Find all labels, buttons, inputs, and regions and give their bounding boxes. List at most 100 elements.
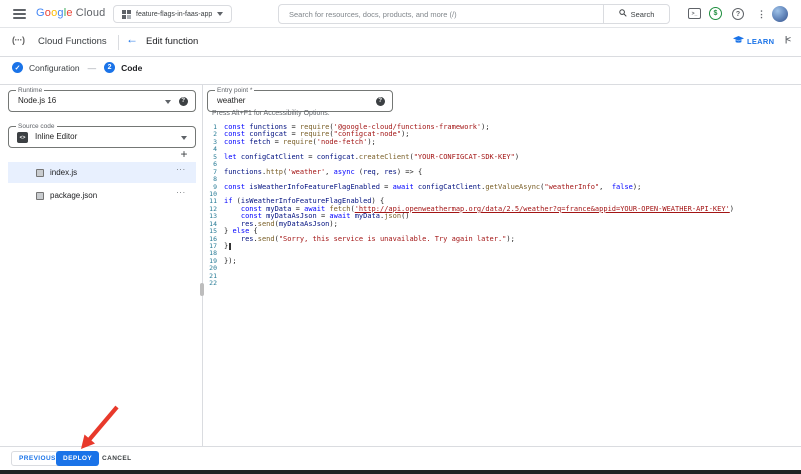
code-token: const <box>224 139 245 146</box>
source-code-value: Inline Editor <box>35 127 165 147</box>
source-code-select[interactable]: Source code <> Inline Editor <box>8 126 196 148</box>
code-token: "weatherInfo" <box>544 184 599 191</box>
logo-letter: G <box>36 7 45 19</box>
entry-point-help-icon[interactable]: ? <box>376 97 386 107</box>
google-cloud-logo[interactable]: Google Cloud <box>36 7 105 19</box>
code-token: false <box>612 184 633 191</box>
menu-icon[interactable] <box>13 9 26 19</box>
cancel-button[interactable]: CANCEL <box>95 451 138 466</box>
collapse-panel-icon[interactable]: |< <box>785 35 790 44</box>
logo-cloud-text: Cloud <box>76 7 106 19</box>
footer-action-bar: PREVIOUS DEPLOY CANCEL <box>0 446 801 470</box>
code-line[interactable]: 22 <box>204 280 794 287</box>
code-line[interactable]: 21 <box>204 273 794 280</box>
code-editor-icon: <> <box>17 132 28 143</box>
search-button[interactable]: Search <box>603 5 669 23</box>
code-token: ); <box>481 124 489 131</box>
project-name: feature-flags-in-faas-app <box>136 11 212 18</box>
code-line[interactable]: 14 res.send(myDataAsJson); <box>204 221 794 228</box>
code-token: } <box>224 243 228 250</box>
avatar[interactable] <box>772 6 788 22</box>
code-token: isWeatherInfoFeatureFlagEnabled <box>249 184 380 191</box>
code-line[interactable]: 16 res.send("Sorry, this service is unav… <box>204 236 794 243</box>
code-line[interactable]: 9const isWeatherInfoFeatureFlagEnabled =… <box>204 184 794 191</box>
more-options-icon[interactable]: ⋮ <box>757 7 766 21</box>
top-app-bar: Google Cloud feature-flags-in-faas-app S… <box>0 0 801 28</box>
runtime-select[interactable]: Runtime Node.js 16 ? <box>8 90 196 112</box>
code-token: const <box>224 184 245 191</box>
code-token: = <box>270 139 283 146</box>
code-token: , <box>599 184 612 191</box>
step-code-number[interactable]: 2 <box>104 62 115 73</box>
divider <box>118 35 119 50</box>
chevron-down-icon <box>181 136 187 140</box>
code-token: myData <box>355 213 380 220</box>
service-name: Cloud Functions <box>38 36 107 47</box>
file-row-index.js[interactable]: index.js... <box>8 162 196 183</box>
code-token: res <box>241 236 254 243</box>
code-line[interactable]: 5let configCatClient = configcat.createC… <box>204 154 794 161</box>
code-token: await <box>393 184 414 191</box>
code-token: , <box>376 169 384 176</box>
code-token: "Sorry, this service is unavailable. Try… <box>279 236 507 243</box>
help-icon[interactable]: ? <box>732 8 744 20</box>
code-token: , <box>325 169 333 176</box>
entry-point-input[interactable] <box>217 91 346 111</box>
logo-letter: e <box>66 7 72 19</box>
bottom-strip <box>0 470 801 474</box>
code-editor[interactable]: 1const functions = require('@google-clou… <box>204 124 794 288</box>
deploy-button[interactable]: DEPLOY <box>56 451 99 466</box>
code-token: ); <box>329 221 337 228</box>
code-token: = <box>304 154 317 161</box>
file-icon <box>36 169 44 177</box>
text-cursor <box>229 243 232 250</box>
file-row-package.json[interactable]: package.json... <box>8 185 196 206</box>
entry-point-field: Entry point * ? <box>207 90 393 112</box>
code-token: req <box>363 169 376 176</box>
code-line[interactable]: 17} <box>204 243 794 250</box>
runtime-value: Node.js 16 <box>18 91 148 111</box>
file-menu-icon[interactable]: ... <box>176 186 186 195</box>
free-trial-status-icon[interactable]: $ <box>709 7 722 20</box>
code-token: myDataAsJson <box>279 221 330 228</box>
file-name: package.json <box>50 191 97 200</box>
learn-label: LEARN <box>747 37 774 46</box>
code-token: json <box>384 213 401 220</box>
code-token: 'weather' <box>287 169 325 176</box>
code-token: configCatClient <box>241 154 304 161</box>
code-token: ) <box>730 206 734 213</box>
cloud-shell-icon[interactable]: >_ <box>688 8 701 19</box>
code-token: 'node-fetch' <box>317 139 368 146</box>
code-token: send <box>258 221 275 228</box>
code-token: }); <box>224 258 237 265</box>
code-token: "YOUR-CONFIGCAT-SDK-KEY" <box>414 154 515 161</box>
code-line[interactable]: 19}); <box>204 258 794 265</box>
search-button-label: Search <box>631 10 655 19</box>
project-selector[interactable]: feature-flags-in-faas-app <box>113 5 232 23</box>
runtime-help-icon[interactable]: ? <box>179 97 189 107</box>
code-token: getValueAsync <box>485 184 540 191</box>
code-line[interactable]: 18 <box>204 250 794 257</box>
code-line[interactable]: 7functions.http('weather', async (req, r… <box>204 169 794 176</box>
code-token: let <box>224 154 237 161</box>
learn-button[interactable]: LEARN <box>733 36 774 47</box>
add-file-button[interactable]: + <box>176 146 192 162</box>
accessibility-hint: Press Alt+F1 for Accessibility Options. <box>212 110 330 117</box>
search-input[interactable] <box>279 5 603 23</box>
file-menu-icon[interactable]: ... <box>176 163 186 172</box>
gcp-console-screen: Google Cloud feature-flags-in-faas-app S… <box>0 0 801 474</box>
step-configuration-label[interactable]: Configuration <box>29 63 80 73</box>
google-logo-word: Google <box>36 7 73 19</box>
wizard-stepper: ✓ Configuration — 2 Code <box>12 62 142 73</box>
code-token: http <box>266 169 283 176</box>
global-search-bar: Search <box>278 4 670 24</box>
code-token: ) <box>515 154 519 161</box>
step-configuration-check-icon[interactable]: ✓ <box>12 62 23 73</box>
service-header: (···) Cloud Functions ← Edit function LE… <box>0 28 801 57</box>
code-line[interactable]: 20 <box>204 265 794 272</box>
chevron-down-icon <box>217 12 223 16</box>
file-name: index.js <box>50 168 77 177</box>
code-line[interactable]: 3const fetch = require('node-fetch'); <box>204 139 794 146</box>
back-arrow-icon[interactable]: ← <box>126 32 138 46</box>
code-token: require <box>283 139 313 146</box>
